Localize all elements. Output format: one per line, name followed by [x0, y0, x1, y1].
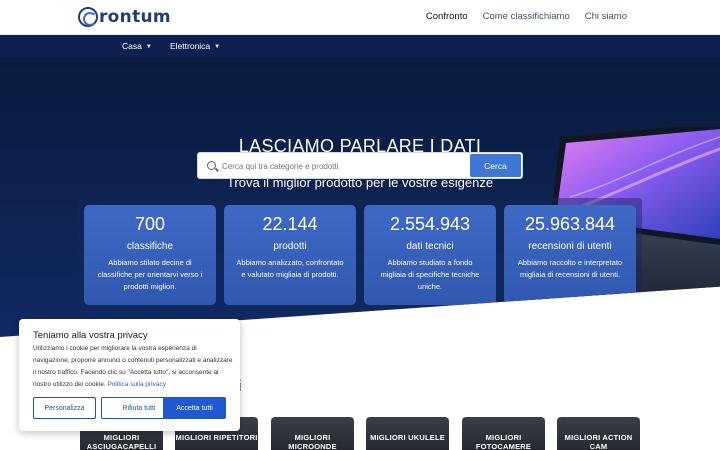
privacy-policy-link[interactable]: Politica sulla privacy — [107, 381, 166, 388]
stat-number: 22.144 — [262, 214, 318, 234]
chevron-down-icon: ▼ — [214, 44, 221, 50]
card-label: MIGLIORI ASCIUGACAPELLI — [86, 433, 157, 450]
stat-label: classifiche — [126, 241, 174, 252]
cookie-consent-dialog: Teniamo alla vostra privacy Utilizziamo … — [19, 319, 240, 431]
top-nav: Confronto Come classifichiamo Chi siamo — [426, 11, 627, 22]
category-card-fotocamere[interactable]: MIGLIORI FOTOCAMERE — [462, 417, 545, 450]
category-card-microonde[interactable]: MIGLIORI MICROONDE — [271, 417, 354, 450]
search-box: Cerca — [197, 152, 523, 179]
card-label: MIGLIORI MICROONDE — [288, 433, 337, 450]
category-card-action-cam[interactable]: MIGLIORI ACTION CAM — [557, 417, 640, 450]
category-bar: Casa ▼ Elettronica ▼ — [0, 35, 720, 57]
hero-section: LASCIAMO PARLARE I DATI Trova il miglior… — [0, 57, 720, 337]
top-header: rontum Confronto Come classifichiamo Chi… — [0, 0, 720, 35]
logo-mark-icon — [78, 7, 98, 27]
card-label: MIGLIORI RIPETITORI — [175, 433, 258, 442]
card-label: MIGLIORI FOTOCAMERE — [475, 433, 532, 450]
stat-number: 700 — [134, 214, 166, 234]
cookie-title: Teniamo alla vostra privacy — [33, 330, 148, 341]
stat-description: Abbiamo raccolto e interpretato migliaia… — [517, 258, 623, 279]
nav-link-chi-siamo[interactable]: Chi siamo — [585, 11, 627, 22]
stat-number: 25.963.844 — [524, 214, 616, 234]
category-label: Elettronica — [170, 41, 211, 51]
stat-card-classifiche: 700 classifiche Abbiamo stilato decine d… — [84, 205, 216, 305]
cookie-text: Utilizziamo i cookie per migliorare la v… — [33, 343, 233, 391]
stat-card-dati-tecnici: 2.554.943 dati tecnici Abbiamo studiato … — [364, 205, 496, 305]
stats-panel: 700 classifiche Abbiamo stilato decine d… — [78, 198, 642, 312]
stat-label: dati tecnici — [406, 241, 454, 252]
customize-button[interactable]: Personalizza — [33, 397, 96, 419]
stat-label: prodotti — [273, 241, 307, 252]
category-label: Casa — [122, 41, 142, 51]
stat-description: Abbiamo studiato a fondo migliaia di spe… — [380, 258, 480, 291]
card-label: MIGLIORI ACTION CAM — [564, 433, 633, 450]
category-card-ukulele[interactable]: MIGLIORI UKULELE — [366, 417, 449, 450]
search-icon — [207, 161, 216, 170]
stat-card-prodotti: 22.144 prodotti Abbiamo analizzato, conf… — [224, 205, 356, 305]
card-label: MIGLIORI UKULELE — [370, 433, 445, 442]
category-menu-elettronica[interactable]: Elettronica ▼ — [170, 41, 220, 51]
stat-label: recensioni di utenti — [528, 241, 612, 252]
category-menu-casa[interactable]: Casa ▼ — [122, 41, 152, 51]
nav-link-confronto[interactable]: Confronto — [426, 11, 468, 22]
stat-description: Abbiamo analizzato, confrontato e valuta… — [236, 258, 344, 279]
nav-link-come-classifichiamo[interactable]: Come classifichiamo — [483, 11, 570, 22]
stat-card-recensioni: 25.963.844 recensioni di utenti Abbiamo … — [504, 205, 636, 305]
logo-text: rontum — [99, 7, 171, 27]
chevron-down-icon: ▼ — [145, 44, 152, 50]
stat-description: Abbiamo stilato decine di classifiche pe… — [97, 258, 203, 291]
search-button[interactable]: Cerca — [470, 154, 521, 177]
accept-all-button[interactable]: Accetta tutti — [163, 397, 226, 419]
search-input[interactable] — [222, 157, 462, 175]
logo[interactable]: rontum — [78, 6, 171, 28]
stat-number: 2.554.943 — [389, 214, 471, 234]
